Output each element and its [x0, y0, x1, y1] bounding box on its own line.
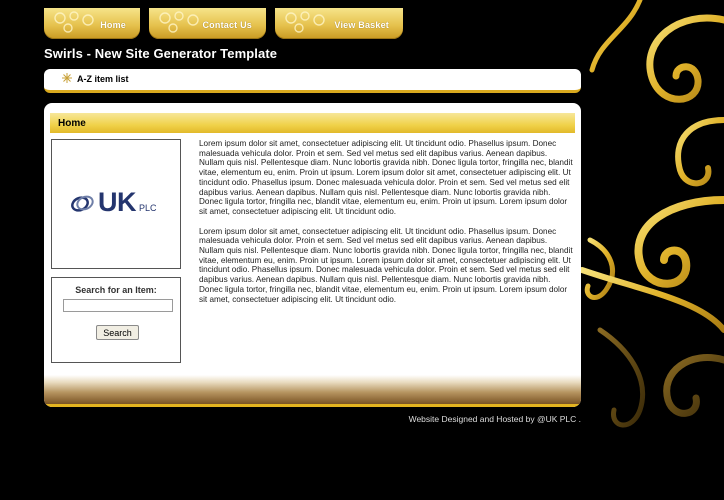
company-logo: UK PLC	[70, 187, 157, 217]
nav-tab-label: Contact Us	[202, 20, 252, 30]
nav-tab-home[interactable]: Home	[44, 8, 140, 39]
body-text: Lorem ipsum dolor sit amet, consectetuer…	[199, 139, 573, 314]
panel-footer-gradient	[44, 375, 581, 407]
sparkle-icon	[62, 73, 72, 83]
section-header: Home	[50, 113, 575, 133]
nav-tab-label: View Basket	[334, 20, 389, 30]
az-item-list-link[interactable]: A-Z item list	[77, 74, 129, 84]
logo-box: UK PLC	[51, 139, 181, 269]
search-widget: Search for an Item: Search	[51, 277, 181, 363]
content-panel: Home UK PLC Search for an Item: Search L…	[44, 103, 581, 407]
swirl-ornament-icon	[54, 11, 94, 33]
az-item-list-bar: A-Z item list	[44, 69, 581, 93]
logo-rings-icon	[71, 195, 94, 212]
paragraph: Lorem ipsum dolor sit amet, consectetuer…	[199, 226, 573, 304]
logo-uk-text: UK	[98, 187, 137, 217]
search-button[interactable]: Search	[96, 325, 139, 340]
logo-plc-text: PLC	[139, 203, 157, 213]
site-title: Swirls - New Site Generator Template	[44, 46, 278, 61]
nav-tab-view-basket[interactable]: View Basket	[275, 8, 403, 39]
search-input[interactable]	[63, 299, 173, 312]
page-heading: Home	[58, 118, 86, 129]
paragraph: Lorem ipsum dolor sit amet, consectetuer…	[199, 139, 573, 216]
nav-tab-label: Home	[100, 20, 126, 30]
nav-tab-contact-us[interactable]: Contact Us	[149, 8, 266, 39]
footer-credit: Website Designed and Hosted by @UK PLC .	[408, 414, 581, 424]
search-title: Search for an Item:	[75, 285, 157, 295]
swirl-ornament-icon	[285, 11, 325, 33]
